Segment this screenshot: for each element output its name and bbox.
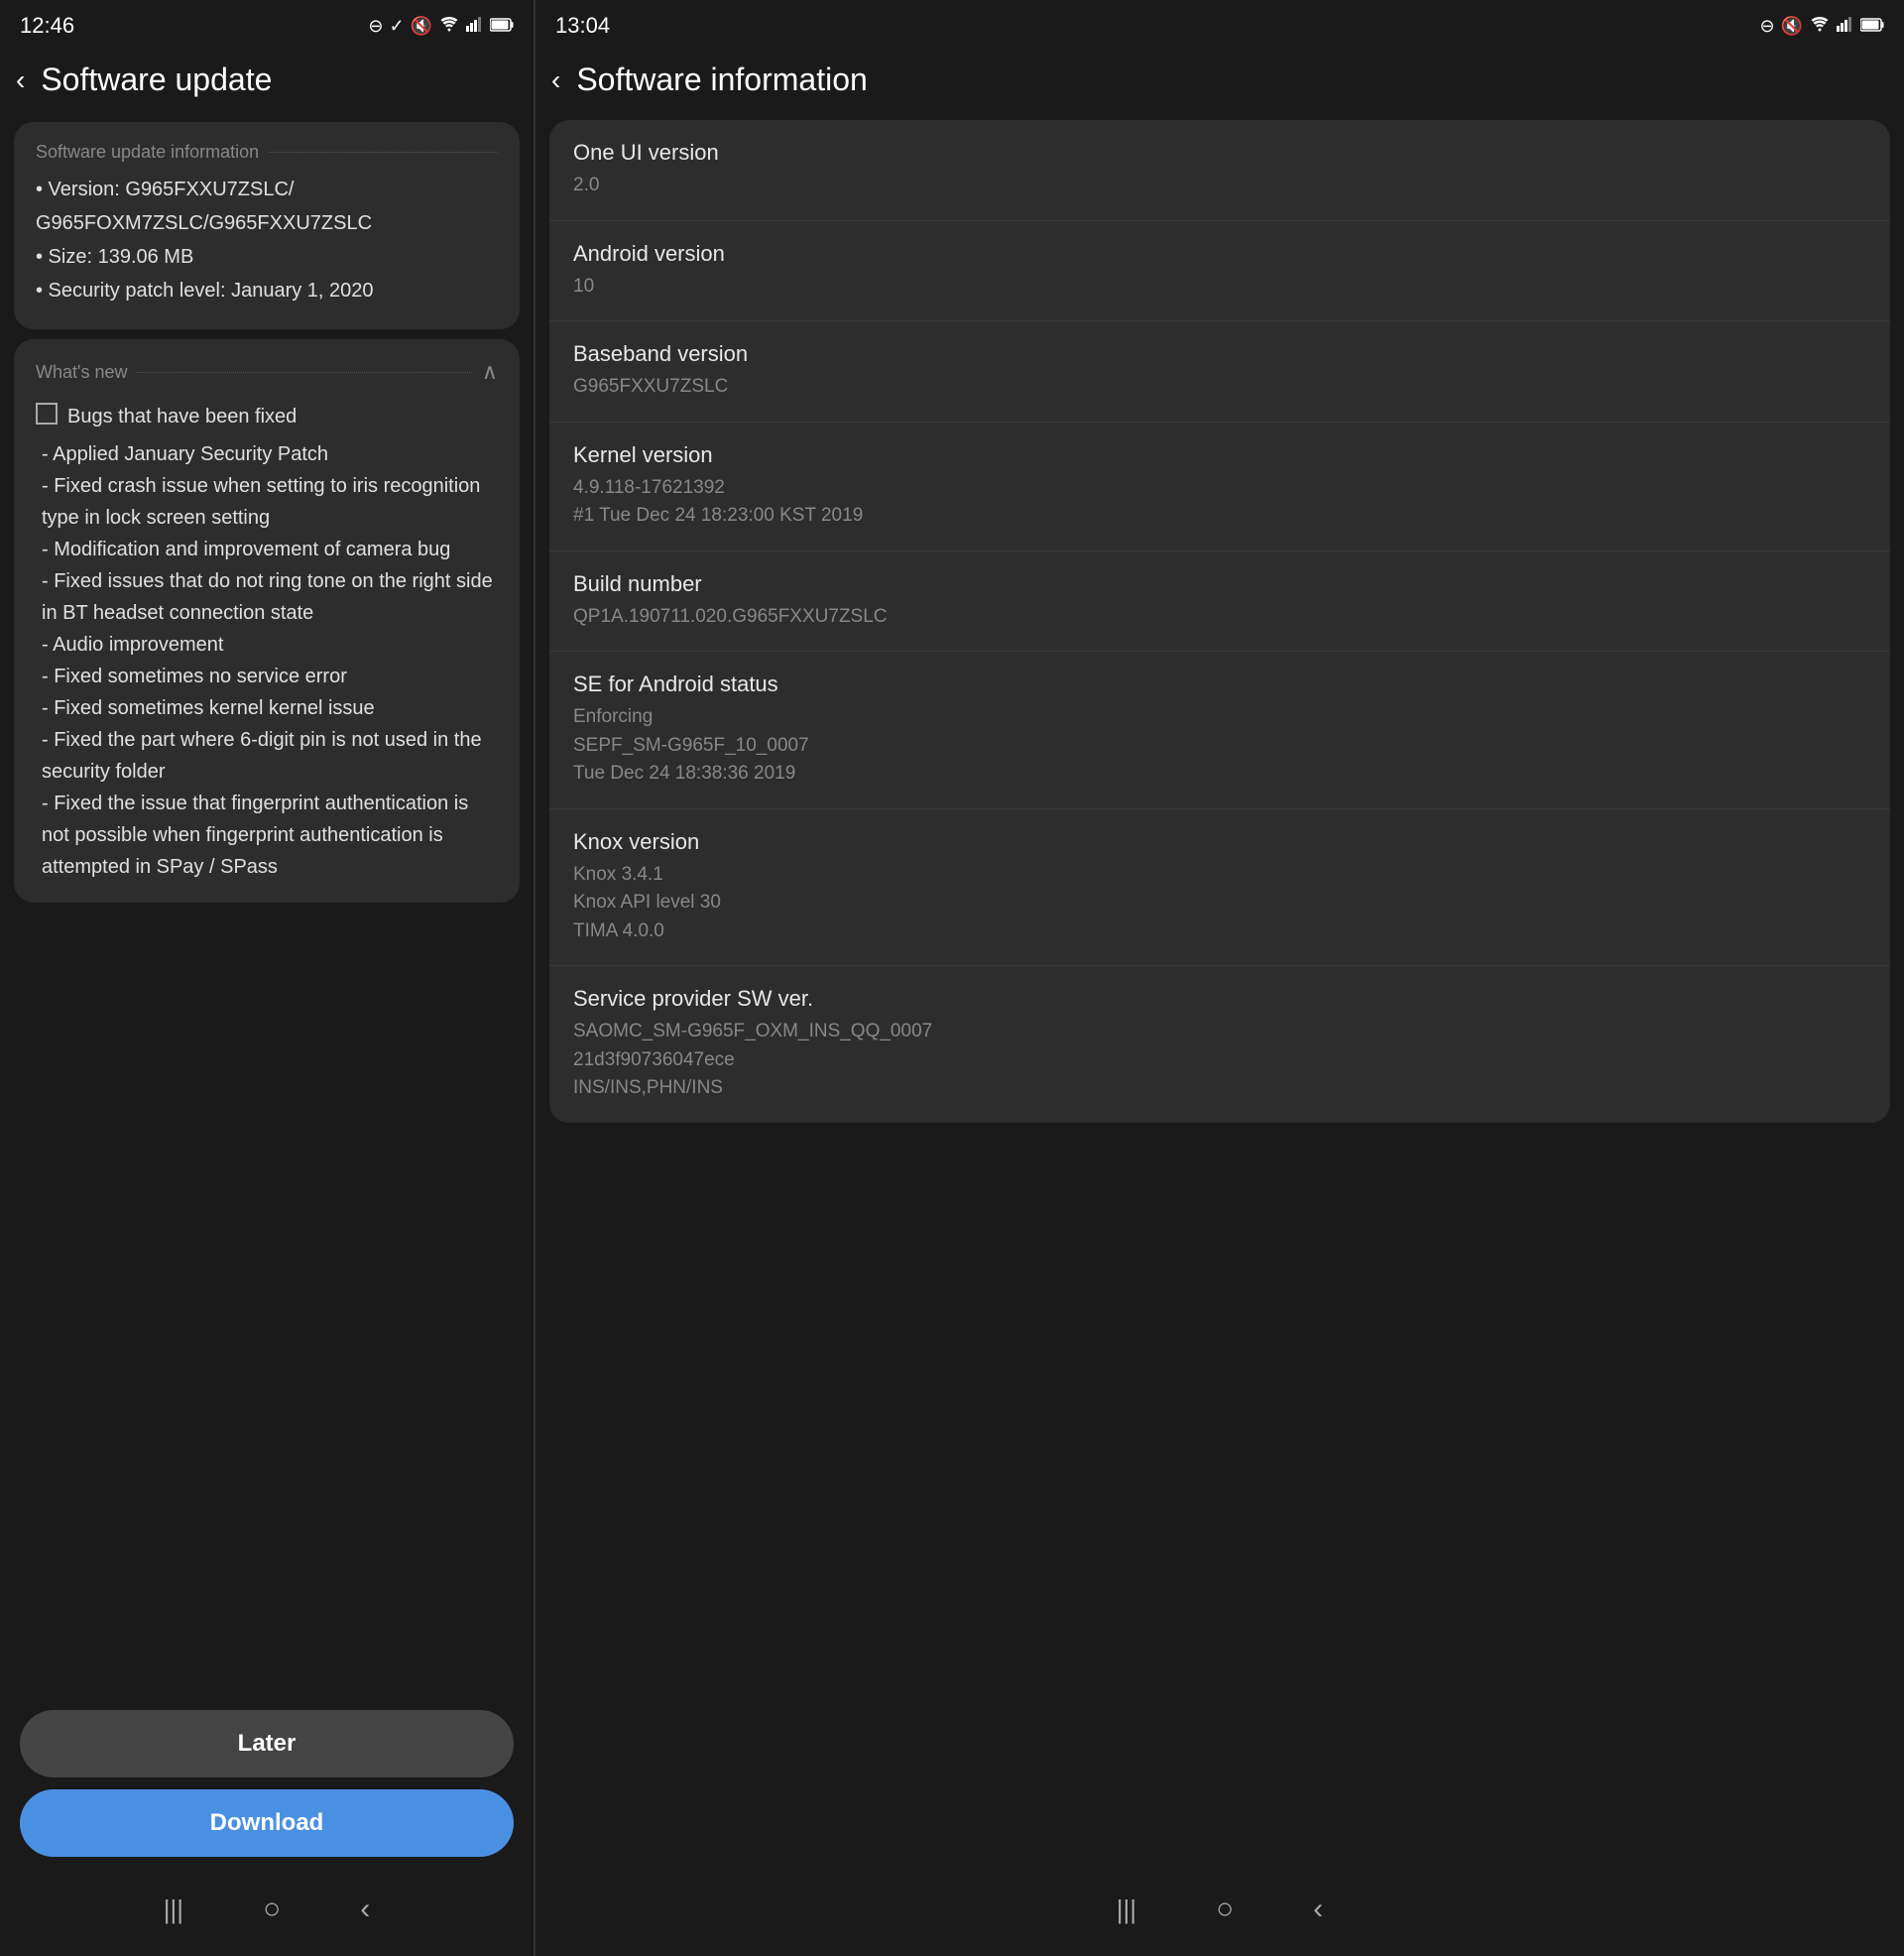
- one-ui-version-value: 2.0: [573, 172, 1866, 200]
- mute-icon: 🔇: [411, 16, 432, 37]
- status-icons-right: ⊖ 🔇: [1759, 16, 1884, 37]
- later-button[interactable]: Later: [20, 1710, 514, 1777]
- back-nav-icon[interactable]: ‹: [360, 1893, 370, 1926]
- page-title-left: Software update: [41, 61, 272, 98]
- nav-bar-left: ||| ○ ‹: [0, 1877, 534, 1956]
- bug-item-4: - Fixed issues that do not ring tone on …: [42, 565, 498, 629]
- kernel-version-value: 4.9.118-17621392#1 Tue Dec 24 18:23:00 K…: [573, 474, 1866, 531]
- whats-new-header: What's new ∧: [36, 359, 498, 385]
- bug-item-6: - Fixed sometimes no service error: [42, 661, 498, 692]
- knox-version-row: Knox version Knox 3.4.1Knox API level 30…: [549, 809, 1890, 967]
- kernel-version-label: Kernel version: [573, 442, 1866, 468]
- whats-new-title: What's new: [36, 362, 127, 383]
- bug-item-8: - Fixed the part where 6-digit pin is no…: [42, 724, 498, 788]
- status-bar-right: 13:04 ⊖ 🔇: [536, 0, 1904, 48]
- service-provider-label: Service provider SW ver.: [573, 986, 1866, 1012]
- baseband-version-value: G965FXXU7ZSLC: [573, 373, 1866, 402]
- home-icon-right[interactable]: ○: [1216, 1893, 1234, 1926]
- page-title-right: Software information: [576, 61, 867, 98]
- service-provider-value: SAOMC_SM-G965F_OXM_INS_QQ_000721d3f90736…: [573, 1018, 1866, 1103]
- status-time-left: 12:46: [20, 13, 74, 39]
- signal-icon: [466, 16, 484, 37]
- one-ui-version-label: One UI version: [573, 140, 1866, 166]
- dotted-divider: [269, 152, 498, 153]
- kernel-version-row: Kernel version 4.9.118-17621392#1 Tue De…: [549, 423, 1890, 551]
- whats-new-card: What's new ∧ Bugs that have been fixed -…: [14, 339, 520, 903]
- build-number-row: Build number QP1A.190711.020.G965FXXU7ZS…: [549, 551, 1890, 653]
- left-phone-screen: 12:46 ⊖ ✓ 🔇: [0, 0, 536, 1956]
- bug-item-9: - Fixed the issue that fingerprint authe…: [42, 788, 498, 883]
- header-right: ‹ Software information: [536, 48, 1904, 112]
- bugs-checkbox[interactable]: [36, 403, 58, 425]
- software-info-card: One UI version 2.0 Android version 10 Ba…: [549, 120, 1890, 1123]
- right-phone-screen: 13:04 ⊖ 🔇: [536, 0, 1904, 1956]
- battery-icon-right: [1860, 16, 1884, 37]
- knox-version-label: Knox version: [573, 829, 1866, 855]
- se-android-label: SE for Android status: [573, 672, 1866, 697]
- header-left: ‹ Software update: [0, 48, 534, 112]
- bug-list: Bugs that have been fixed - Applied Janu…: [36, 401, 498, 883]
- home-icon[interactable]: ○: [263, 1893, 281, 1926]
- knox-version-value: Knox 3.4.1Knox API level 30TIMA 4.0.0: [573, 861, 1866, 946]
- do-not-disturb-icon: ⊖: [368, 16, 383, 37]
- mute-icon-right: 🔇: [1781, 16, 1803, 37]
- android-version-row: Android version 10: [549, 221, 1890, 322]
- back-button-left[interactable]: ‹: [16, 64, 25, 96]
- signal-icon-right: [1837, 16, 1854, 37]
- bugs-label: Bugs that have been fixed: [67, 401, 297, 432]
- update-info-text: • Version: G965FXXU7ZSLC/ G965FOXM7ZSLC/…: [36, 175, 498, 306]
- wifi-icon: [438, 16, 460, 37]
- recent-apps-icon-right[interactable]: |||: [1117, 1895, 1136, 1925]
- check-icon: ✓: [389, 16, 404, 37]
- back-button-right[interactable]: ‹: [551, 64, 560, 96]
- battery-icon: [490, 16, 514, 37]
- android-version-label: Android version: [573, 241, 1866, 267]
- one-ui-version-row: One UI version 2.0: [549, 120, 1890, 221]
- status-icons-left: ⊖ ✓ 🔇: [368, 16, 514, 37]
- bug-item-3: - Modification and improvement of camera…: [42, 534, 498, 565]
- build-number-label: Build number: [573, 571, 1866, 597]
- bug-header: Bugs that have been fixed: [36, 401, 498, 432]
- bug-item-2: - Fixed crash issue when setting to iris…: [42, 470, 498, 534]
- chevron-up-icon[interactable]: ∧: [482, 359, 498, 385]
- bottom-buttons: Later Download: [0, 1694, 534, 1877]
- bug-item-5: - Audio improvement: [42, 629, 498, 661]
- content-left: Software update information • Version: G…: [0, 112, 534, 1694]
- recent-apps-icon[interactable]: |||: [164, 1895, 183, 1925]
- build-number-value: QP1A.190711.020.G965FXXU7ZSLC: [573, 603, 1866, 632]
- bug-item-1: - Applied January Security Patch: [42, 438, 498, 470]
- update-info-section-label: Software update information: [36, 142, 498, 163]
- se-android-row: SE for Android status EnforcingSEPF_SM-G…: [549, 652, 1890, 809]
- se-android-value: EnforcingSEPF_SM-G965F_10_0007Tue Dec 24…: [573, 703, 1866, 789]
- android-version-value: 10: [573, 273, 1866, 302]
- wifi-icon-right: [1809, 16, 1831, 37]
- dnd-icon-right: ⊖: [1759, 16, 1774, 37]
- update-info-card: Software update information • Version: G…: [14, 122, 520, 329]
- status-bar-left: 12:46 ⊖ ✓ 🔇: [0, 0, 534, 48]
- nav-bar-right: ||| ○ ‹: [536, 1877, 1904, 1956]
- whats-new-dotted: [137, 372, 471, 373]
- baseband-version-row: Baseband version G965FXXU7ZSLC: [549, 321, 1890, 423]
- bug-item-7: - Fixed sometimes kernel kernel issue: [42, 692, 498, 724]
- download-button[interactable]: Download: [20, 1789, 514, 1857]
- back-nav-icon-right[interactable]: ‹: [1313, 1893, 1323, 1926]
- service-provider-row: Service provider SW ver. SAOMC_SM-G965F_…: [549, 966, 1890, 1123]
- baseband-version-label: Baseband version: [573, 341, 1866, 367]
- status-time-right: 13:04: [555, 13, 610, 39]
